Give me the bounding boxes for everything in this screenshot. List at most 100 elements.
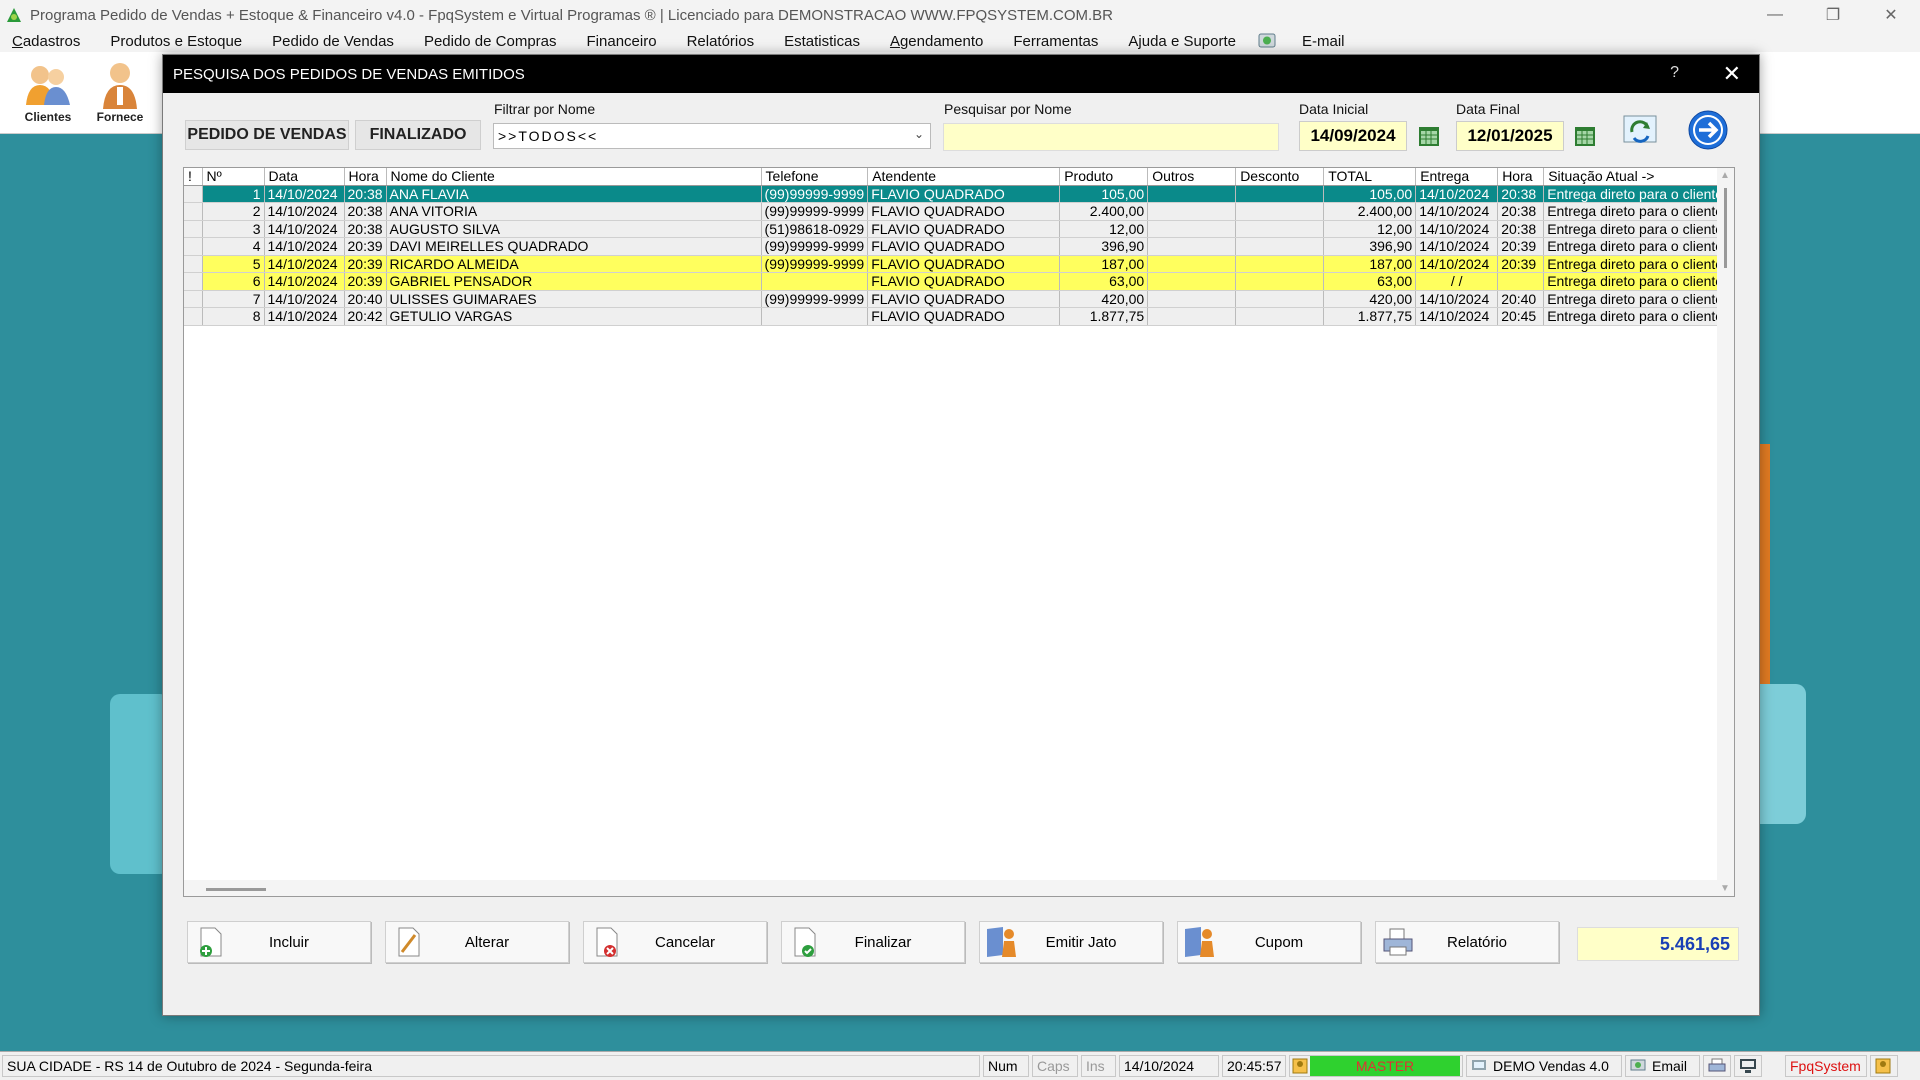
menu-financeiro[interactable]: Financeiro [572, 33, 672, 50]
start-date-field[interactable]: 14/09/2024 [1299, 121, 1407, 151]
col-flag[interactable]: ! [184, 168, 203, 186]
app-small-icon [1471, 1057, 1487, 1076]
table-row[interactable]: 5 14/10/2024 20:39 RICARDO ALMEIDA (99)99999… [184, 255, 1728, 273]
status-email-label: Email [1652, 1058, 1688, 1074]
menu-pedido-compras[interactable]: Pedido de Compras [409, 33, 572, 50]
end-date-field[interactable]: 12/01/2025 [1456, 121, 1564, 151]
status-version-text: DEMO Vendas 4.0 [1493, 1058, 1609, 1074]
cell-entrega: 14/10/2024 [1415, 237, 1499, 256]
status-screen-button[interactable] [1734, 1055, 1762, 1077]
col-numero[interactable]: Nº [202, 168, 265, 186]
scroll-thumb[interactable] [206, 888, 266, 891]
menu-bar: Cadastros Produtos e Estoque Pedido de V… [0, 30, 1920, 52]
menu-ferramentas[interactable]: Ferramentas [998, 33, 1113, 50]
col-situacao[interactable]: Situação Atual -> [1543, 168, 1728, 186]
cancel-document-icon [588, 924, 624, 960]
calendar-icon[interactable] [1418, 125, 1440, 147]
cell-hora: 20:39 [344, 237, 387, 256]
next-button[interactable] [1687, 109, 1729, 151]
toolbar-clientes-button[interactable]: Clientes [12, 58, 84, 124]
table-row[interactable]: 4 14/10/2024 20:39 DAVI MEIRELLES QUADRADO(… [184, 237, 1728, 256]
table-row[interactable]: 8 14/10/2024 20:42 GETULIO VARGAS FLAVIO QUA… [184, 307, 1728, 326]
close-window-icon[interactable]: ✕ [1862, 0, 1920, 30]
menu-cadastros[interactable]: Cadastros [0, 33, 95, 50]
cell-hora-entrega: 20:39 [1497, 237, 1545, 256]
restore-icon[interactable]: ❐ [1804, 0, 1862, 30]
cell-telefone: (99)99999-9999 [761, 202, 869, 221]
col-hora[interactable]: Hora [344, 168, 387, 186]
filter-select[interactable]: >>TODOS<< ⌄ [493, 123, 931, 149]
scroll-down-icon[interactable]: ▼ [1720, 883, 1730, 894]
menu-estatisticas[interactable]: Estatisticas [769, 33, 875, 50]
table-header-row: ! Nº Data Hora Nome do Cliente Telefone … [184, 168, 1728, 186]
menu-pedido-vendas[interactable]: Pedido de Vendas [257, 33, 409, 50]
status-printer-button[interactable] [1703, 1055, 1731, 1077]
horizontal-scrollbar[interactable] [184, 880, 1719, 896]
menu-produtos-estoque[interactable]: Produtos e Estoque [95, 33, 257, 50]
pedido-vendas-button[interactable]: PEDIDO DE VENDAS [185, 120, 349, 150]
cell-desconto [1235, 255, 1325, 273]
cell-numero: 8 [202, 307, 265, 326]
filter-label: Filtrar por Nome [494, 101, 596, 117]
table-row[interactable]: 3 14/10/2024 20:38 AUGUSTO SILVA (51)98618-0… [184, 220, 1728, 238]
col-desconto[interactable]: Desconto [1235, 168, 1325, 186]
cell-hora-entrega: 20:45 [1497, 307, 1545, 326]
incluir-button[interactable]: Incluir [187, 921, 371, 963]
cell-total: 105,00 [1323, 185, 1417, 203]
status-user-name: MASTER [1310, 1056, 1460, 1076]
menu-relatorios[interactable]: Relatórios [672, 33, 770, 50]
col-total[interactable]: TOTAL [1323, 168, 1417, 186]
status-user: MASTER [1289, 1055, 1463, 1077]
chevron-down-icon[interactable]: ⌄ [914, 127, 924, 141]
finalizar-button[interactable]: Finalizar [781, 921, 965, 963]
globe-icon[interactable] [1257, 32, 1277, 50]
menu-email[interactable]: E-mail [1287, 33, 1360, 50]
emitir-jato-button[interactable]: Emitir Jato [979, 921, 1163, 963]
alterar-button[interactable]: Alterar [385, 921, 569, 963]
menu-agendamento[interactable]: Agendamento [875, 33, 998, 50]
col-atendente[interactable]: Atendente [867, 168, 1061, 186]
scroll-up-icon[interactable]: ▲ [1720, 170, 1730, 181]
col-data[interactable]: Data [264, 168, 345, 186]
row-flag [184, 237, 203, 256]
table-row[interactable]: 7 14/10/2024 20:40 ULISSES GUIMARAES (99)999… [184, 290, 1728, 308]
cell-hora-entrega: 20:39 [1497, 255, 1545, 273]
finalizado-button[interactable]: FINALIZADO [355, 120, 481, 150]
cell-outros [1147, 237, 1237, 256]
scroll-thumb[interactable] [1724, 188, 1727, 268]
menu-ajuda-suporte[interactable]: Ajuda e Suporte [1113, 33, 1251, 50]
orders-grid[interactable]: ! Nº Data Hora Nome do Cliente Telefone … [183, 167, 1735, 897]
search-input[interactable] [943, 123, 1279, 151]
col-outros[interactable]: Outros [1147, 168, 1237, 186]
table-row[interactable]: 1 14/10/2024 20:38 ANA FLAVIA (99)99999-9999… [184, 185, 1728, 203]
minimize-icon[interactable]: — [1746, 0, 1804, 30]
cell-entrega: / / [1415, 272, 1499, 291]
vertical-scrollbar[interactable]: ▲ ▼ [1717, 168, 1734, 896]
toolbar-fornece-button[interactable]: Fornece [84, 58, 156, 124]
col-hora-entrega[interactable]: Hora [1497, 168, 1545, 186]
table-row[interactable]: 2 14/10/2024 20:38 ANA VITORIA (99)99999-999… [184, 202, 1728, 221]
status-key-button[interactable] [1870, 1055, 1898, 1077]
calendar-icon[interactable] [1574, 125, 1596, 147]
cell-entrega: 14/10/2024 [1415, 307, 1499, 326]
dialog-close-icon[interactable]: ✕ [1723, 61, 1741, 87]
cell-situacao: Entrega direto para o cliente [1543, 307, 1728, 326]
col-produto[interactable]: Produto [1059, 168, 1149, 186]
cupom-button[interactable]: Cupom [1177, 921, 1361, 963]
background-shape [110, 694, 170, 874]
col-entrega[interactable]: Entrega [1415, 168, 1499, 186]
cell-total: 396,90 [1323, 237, 1417, 256]
status-num: Num [983, 1055, 1029, 1077]
dialog-titlebar: PESQUISA DOS PEDIDOS DE VENDAS EMITIDOS … [163, 55, 1759, 93]
col-nome-cliente[interactable]: Nome do Cliente [386, 168, 762, 186]
refresh-button[interactable] [1619, 109, 1661, 151]
table-row[interactable]: 6 14/10/2024 20:39 GABRIEL PENSADOR FLAVIO Q… [184, 272, 1728, 291]
cancelar-button[interactable]: Cancelar [583, 921, 767, 963]
cell-situacao: Entrega direto para o cliente [1543, 220, 1728, 238]
col-telefone[interactable]: Telefone [761, 168, 869, 186]
help-icon[interactable]: ? [1670, 64, 1679, 82]
relatorio-button[interactable]: Relatório [1375, 921, 1559, 963]
status-email-button[interactable]: Email [1625, 1055, 1700, 1077]
cell-data: 14/10/2024 [264, 272, 345, 291]
cell-outros [1147, 220, 1237, 238]
